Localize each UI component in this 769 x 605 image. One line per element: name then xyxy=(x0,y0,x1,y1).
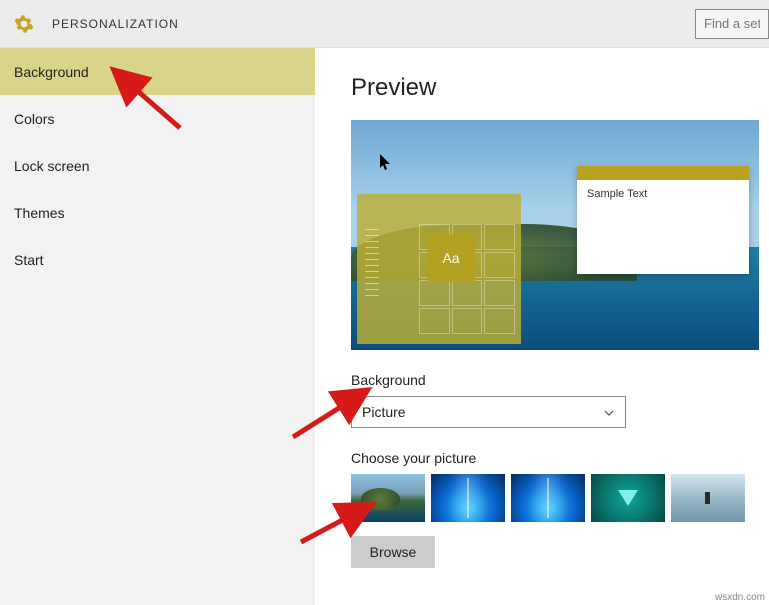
thumbnail-windows-hero-1[interactable] xyxy=(431,474,505,522)
sidebar-item-label: Themes xyxy=(14,205,65,221)
cursor-icon xyxy=(379,154,393,177)
sidebar-item-label: Lock screen xyxy=(14,158,89,174)
dropdown-value: Picture xyxy=(362,404,406,420)
thumbnail-row xyxy=(351,474,769,522)
gear-icon xyxy=(14,14,34,34)
watermark: wsxdn.com xyxy=(715,592,765,603)
background-dropdown[interactable]: Picture xyxy=(351,396,626,428)
content-pane: Preview Aa Sample Text Background xyxy=(315,48,769,605)
sidebar: Background Colors Lock screen Themes Sta… xyxy=(0,48,315,605)
sidebar-item-background[interactable]: Background xyxy=(0,48,315,95)
sidebar-item-themes[interactable]: Themes xyxy=(0,189,315,236)
thumbnail-teal-triangle[interactable] xyxy=(591,474,665,522)
background-label: Background xyxy=(351,372,769,388)
page-title: PERSONALIZATION xyxy=(52,17,179,31)
sidebar-item-lock-screen[interactable]: Lock screen xyxy=(0,142,315,189)
thumbnail-hawaii-crater[interactable] xyxy=(351,474,425,522)
sidebar-item-colors[interactable]: Colors xyxy=(0,95,315,142)
thumbnail-windows-hero-2[interactable] xyxy=(511,474,585,522)
aa-tile: Aa xyxy=(427,234,475,282)
sidebar-item-label: Start xyxy=(14,252,44,268)
sidebar-item-label: Background xyxy=(14,64,89,80)
start-menu-overlay: Aa xyxy=(357,194,521,344)
sample-window-text: Sample Text xyxy=(587,188,647,200)
sidebar-item-label: Colors xyxy=(14,111,54,127)
search-input[interactable] xyxy=(695,9,769,39)
chevron-down-icon xyxy=(603,406,615,418)
sample-window: Sample Text xyxy=(577,166,749,274)
choose-picture-label: Choose your picture xyxy=(351,450,769,466)
thumbnail-beach-person[interactable] xyxy=(671,474,745,522)
preview-panel: Aa Sample Text xyxy=(351,120,759,350)
header-bar: PERSONALIZATION xyxy=(0,0,769,48)
preview-heading: Preview xyxy=(351,74,769,102)
browse-button[interactable]: Browse xyxy=(351,536,435,568)
sidebar-item-start[interactable]: Start xyxy=(0,236,315,283)
